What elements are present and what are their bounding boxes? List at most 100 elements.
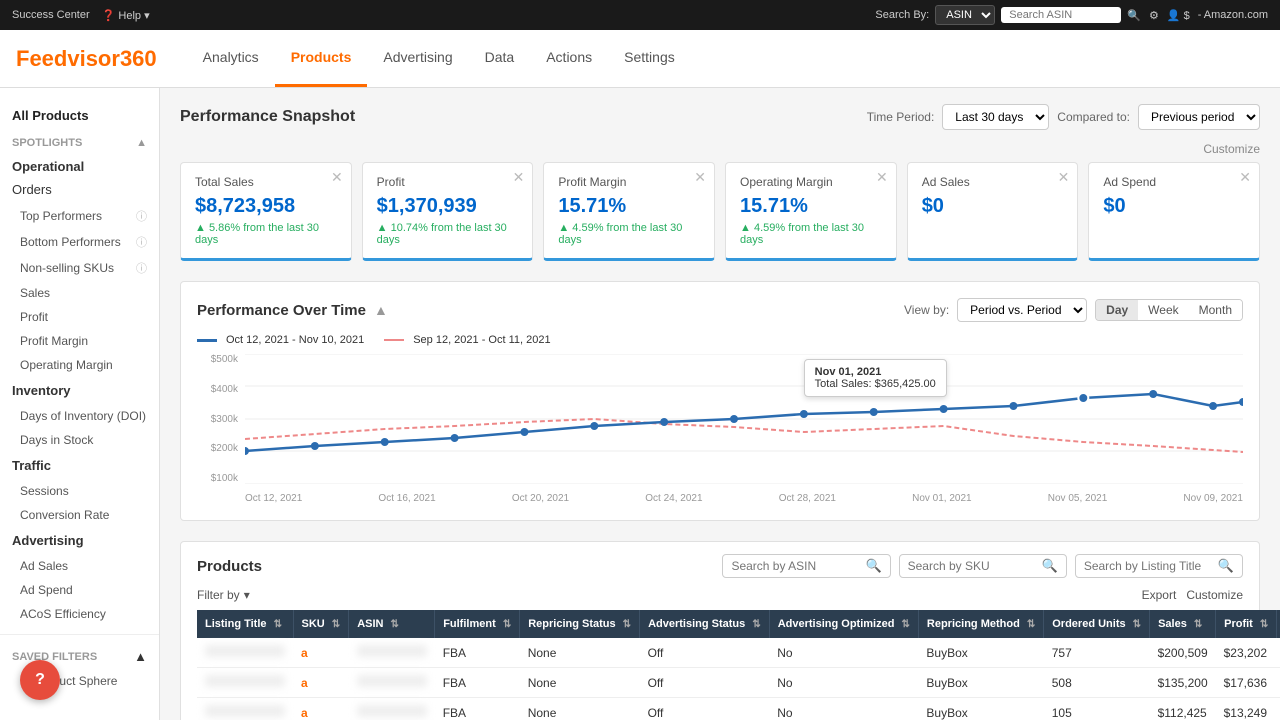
cell-profit-2: $13,249 [1216,698,1277,720]
cell-asin-1 [349,668,435,698]
filter-by-btn[interactable]: Filter by ▾ [197,588,250,602]
collapse-icon[interactable]: ▲ [136,137,147,149]
sidebar-item-profit[interactable]: Profit [0,305,159,329]
sidebar-item-non-selling[interactable]: Non-selling SKUs ⓘ [0,255,159,281]
blurred-title-0 [205,645,285,657]
metric-card-profit-margin: ✕ Profit Margin 15.71% ▲ 4.59% from the … [543,162,715,261]
amz-icon-1: a [301,676,308,690]
chart-header: Performance Over Time ▲ View by: Period … [197,298,1243,322]
card-title-3: Operating Margin [740,175,882,189]
sort-icon-sales[interactable]: ⇅ [1194,619,1202,630]
search-asin-icon: 🔍 [865,558,881,574]
cell-units-1: 508 [1044,668,1150,698]
th-asin[interactable]: ASIN ⇅ [349,610,435,638]
period-select[interactable]: Period vs. Period [957,298,1087,322]
chart-tooltip: Nov 01, 2021 Total Sales: $365,425.00 [804,359,947,397]
info-icon-non-selling: ⓘ [136,260,147,276]
gear-icon[interactable]: ⚙ [1149,9,1159,22]
cell-repricing-1: None [520,668,640,698]
card-title-1: Profit [377,175,519,189]
customize-link[interactable]: Customize [180,142,1260,156]
day-btn[interactable]: Day [1096,300,1138,320]
customize-table-link[interactable]: Customize [1186,588,1243,602]
close-card-ad-sales[interactable]: ✕ [1058,169,1070,186]
sidebar-item-operating-margin[interactable]: Operating Margin [0,353,159,377]
th-repricing-status[interactable]: Repricing Status ⇅ [520,610,640,638]
nav-analytics[interactable]: Analytics [187,30,275,87]
th-profit[interactable]: Profit ⇅ [1216,610,1277,638]
sidebar-item-profit-margin[interactable]: Profit Margin [0,329,159,353]
sort-icon-asin[interactable]: ⇅ [391,619,399,630]
cell-adv-opt-1: No [769,668,918,698]
sidebar-item-bottom-performers[interactable]: Bottom Performers ⓘ [0,229,159,255]
sort-icon-sku[interactable]: ⇅ [332,619,340,630]
th-repricing-method[interactable]: Repricing Method ⇅ [918,610,1043,638]
close-card-ad-spend[interactable]: ✕ [1239,169,1251,186]
sidebar-item-ad-sales[interactable]: Ad Sales [0,554,159,578]
sort-icon-repricing[interactable]: ⇅ [623,619,631,630]
month-btn[interactable]: Month [1189,300,1242,320]
sidebar-item-sales[interactable]: Sales [0,281,159,305]
help-button[interactable]: ? [20,660,60,700]
cell-asin-2 [349,698,435,720]
nav-settings[interactable]: Settings [608,30,691,87]
sidebar-orders[interactable]: Orders [0,180,159,203]
chart-collapse-icon[interactable]: ▲ [374,302,388,318]
sort-icon-adv-status[interactable]: ⇅ [752,619,760,630]
search-sku-input[interactable] [908,559,1038,573]
close-card-profit[interactable]: ✕ [513,169,525,186]
th-ordered-units[interactable]: Ordered Units ⇅ [1044,610,1150,638]
card-change-1: ▲ 10.74% from the last 30 days [377,222,519,246]
sidebar-item-top-performers[interactable]: Top Performers ⓘ [0,203,159,229]
metric-cards: ✕ Total Sales $8,723,958 ▲ 5.86% from th… [180,162,1260,261]
th-advertising-status[interactable]: Advertising Status ⇅ [640,610,770,638]
close-card-pm[interactable]: ✕ [694,169,706,186]
sidebar-item-doi[interactable]: Days of Inventory (DOI) [0,404,159,428]
collapse-saved-icon[interactable]: ▲ [134,649,147,664]
th-sku[interactable]: SKU ⇅ [293,610,349,638]
card-change-3: ▲ 4.59% from the last 30 days [740,222,882,246]
sidebar-item-acos[interactable]: ACoS Efficiency [0,602,159,626]
sidebar-all-products[interactable]: All Products [0,100,159,131]
nav-actions[interactable]: Actions [530,30,608,87]
sidebar-item-conversion[interactable]: Conversion Rate [0,503,159,527]
search-type-select[interactable]: ASIN [935,5,995,25]
export-link[interactable]: Export [1142,588,1177,602]
cell-listing-1 [197,668,293,698]
card-change-0: ▲ 5.86% from the last 30 days [195,222,337,246]
search-title-input[interactable] [1084,559,1214,573]
top-search-input[interactable] [1001,7,1121,23]
sort-icon-adv-opt[interactable]: ⇅ [902,619,910,630]
cell-repricing-2: None [520,698,640,720]
sidebar-item-ad-spend[interactable]: Ad Spend [0,578,159,602]
cell-adv-status-2: Off [640,698,770,720]
table-row: a FBA None Off No BuyBox 105 $112,425 $1… [197,698,1280,720]
week-btn[interactable]: Week [1138,300,1188,320]
search-icon[interactable]: 🔍 [1127,9,1141,22]
sidebar-item-sessions[interactable]: Sessions [0,479,159,503]
close-card-total-sales[interactable]: ✕ [331,169,343,186]
sort-icon-units[interactable]: ⇅ [1133,619,1141,630]
sort-icon-title[interactable]: ⇅ [274,619,282,630]
th-listing-title[interactable]: Listing Title ⇅ [197,610,293,638]
th-sales[interactable]: Sales ⇅ [1150,610,1216,638]
compared-to-select[interactable]: Previous period [1138,104,1260,130]
time-period-select[interactable]: Last 30 days [942,104,1049,130]
sort-icon-profit[interactable]: ⇅ [1260,619,1268,630]
nav-products[interactable]: Products [275,30,368,87]
card-value-5: $0 [1103,195,1245,218]
help-link[interactable]: ❓ Help ▾ [102,9,150,22]
sort-icon-fulfillment[interactable]: ⇅ [503,619,511,630]
close-card-om[interactable]: ✕ [876,169,888,186]
success-center-label: Success Center [12,9,90,21]
nav-advertising[interactable]: Advertising [367,30,468,87]
card-title-4: Ad Sales [922,175,1064,189]
nav-data[interactable]: Data [469,30,531,87]
sidebar-item-days-in-stock[interactable]: Days in Stock [0,428,159,452]
th-fulfillment[interactable]: Fulfilment ⇅ [435,610,520,638]
th-advertising-optimized[interactable]: Advertising Optimized ⇅ [769,610,918,638]
sort-icon-repricing-method[interactable]: ⇅ [1027,619,1035,630]
card-value-3: 15.71% [740,195,882,218]
search-asin-input[interactable] [731,559,861,573]
info-icon-top: ⓘ [136,208,147,224]
